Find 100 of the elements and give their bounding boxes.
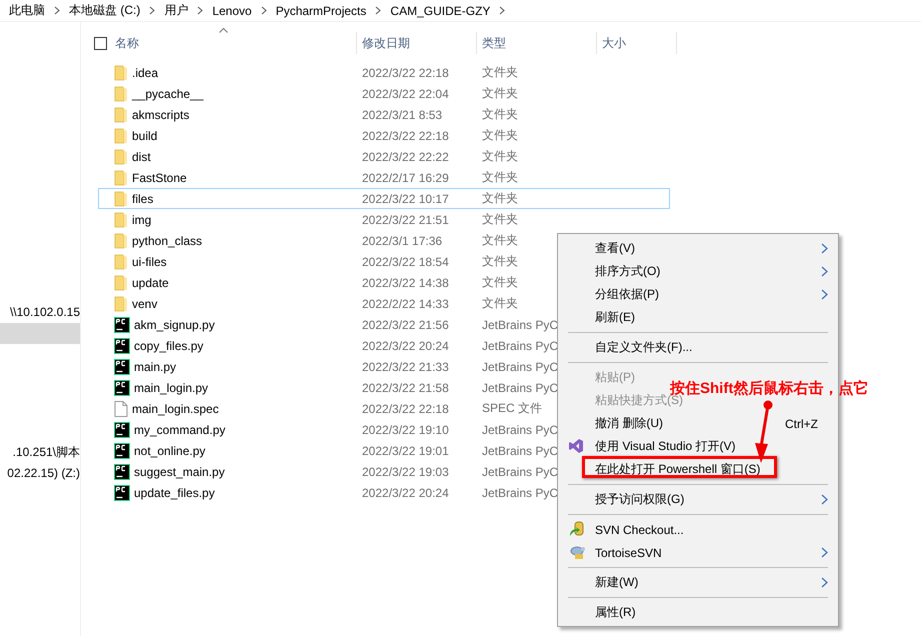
folder-icon	[114, 274, 128, 290]
folder-icon	[114, 64, 128, 80]
menu-item[interactable]: TortoiseSVN	[560, 541, 836, 564]
chevron-icon	[375, 6, 382, 15]
file-type: SPEC 文件	[482, 401, 542, 415]
file-row[interactable]: dist 2022/3/22 22:22 文件夹	[98, 146, 670, 167]
breadcrumb-item[interactable]: 本地磁盘 (C:)	[69, 2, 140, 19]
file-name: update_files.py	[134, 486, 215, 500]
breadcrumb-item[interactable]: 用户	[164, 2, 188, 19]
folder-icon	[114, 232, 128, 248]
folder-icon	[114, 170, 128, 186]
modified-date: 2022/3/22 21:58	[362, 380, 449, 394]
folder-icon	[114, 296, 128, 312]
modified-date: 2022/3/22 21:33	[362, 360, 449, 374]
chevron-icon	[499, 6, 506, 15]
file-row[interactable]: FastStone 2022/2/17 16:29 文件夹	[98, 167, 670, 188]
nav-item[interactable]: .10.251\脚本	[0, 442, 80, 463]
file-row[interactable]: akmscripts 2022/3/21 8:53 文件夹	[98, 104, 670, 125]
menu-item[interactable]: 撤消 删除(U) Ctrl+Z	[560, 412, 836, 435]
file-name: __pycache__	[132, 86, 204, 100]
modified-date: 2022/3/22 10:17	[362, 192, 449, 206]
menu-item[interactable]: 在此处打开 Powershell 窗口(S)	[560, 458, 770, 481]
folder-icon	[114, 148, 128, 164]
file-row[interactable]: img 2022/3/22 21:51 文件夹	[98, 209, 670, 230]
menu-item[interactable]: SVN Checkout...	[560, 518, 694, 541]
file-name: akmscripts	[132, 108, 190, 122]
file-type: 文件夹	[482, 128, 518, 142]
file-type: 文件夹	[482, 149, 518, 163]
menu-item[interactable]: 新建(W)	[560, 571, 836, 594]
file-type: 文件夹	[482, 86, 518, 100]
select-all-checkbox[interactable]	[94, 36, 107, 50]
breadcrumb-item[interactable]: PycharmProjects	[276, 4, 366, 18]
breadcrumb-item[interactable]: Lenovo	[212, 4, 252, 18]
file-type: JetBrains PyC	[482, 318, 558, 332]
file-name: .idea	[132, 66, 158, 80]
modified-date: 2022/3/22 14:38	[362, 276, 449, 290]
file-name: ui-files	[132, 254, 167, 268]
menu-item[interactable]: 授予访问权限(G)	[560, 488, 836, 511]
file-name: python_class	[132, 234, 202, 248]
file-name: suggest_main.py	[134, 464, 225, 478]
file-name: update	[132, 276, 169, 290]
column-header[interactable]: 大小	[602, 34, 626, 52]
chevron-icon	[54, 6, 60, 15]
column-header[interactable]: 类型	[482, 34, 506, 52]
modified-date: 2022/3/22 20:24	[362, 338, 449, 352]
turtle-icon	[568, 544, 586, 560]
file-name: FastStone	[132, 170, 187, 184]
nav-item[interactable]: \\10.102.0.15	[0, 302, 80, 323]
folder-icon	[114, 128, 128, 144]
file-type: 文件夹	[482, 170, 518, 184]
menu-item[interactable]: 属性(R)	[560, 601, 646, 624]
file-type: JetBrains PyC	[482, 338, 558, 352]
modified-date: 2022/3/22 21:51	[362, 212, 449, 226]
menu-item[interactable]: 自定义文件夹(F)...	[560, 336, 702, 359]
pycharm-file-icon	[114, 442, 130, 458]
pycharm-file-icon	[114, 422, 130, 438]
menu-item[interactable]: 查看(V)	[560, 237, 836, 260]
file-name: not_online.py	[134, 444, 206, 458]
modified-date: 2022/3/22 19:01	[362, 444, 449, 458]
file-name: dist	[132, 150, 151, 164]
folder-icon	[114, 86, 128, 102]
menu-item[interactable]: 排序方式(O)	[560, 260, 836, 283]
file-type: 文件夹	[482, 191, 518, 205]
file-name: main_login.spec	[132, 402, 219, 416]
pycharm-file-icon	[114, 464, 130, 480]
nav-item[interactable]: 02.22.15) (Z:)	[0, 463, 80, 484]
file-row[interactable]: build 2022/3/22 22:18 文件夹	[98, 125, 670, 146]
infinity-icon	[568, 438, 584, 454]
folder-icon	[114, 190, 128, 206]
modified-date: 2022/3/21 8:53	[362, 108, 442, 122]
modified-date: 2022/3/22 19:03	[362, 464, 449, 478]
file-row[interactable]: .idea 2022/3/22 22:18 文件夹	[98, 62, 670, 83]
file-row[interactable]: __pycache__ 2022/3/22 22:04 文件夹	[98, 83, 670, 104]
file-name: files	[132, 192, 154, 206]
pycharm-file-icon	[114, 316, 130, 332]
modified-date: 2022/3/22 22:18	[362, 66, 449, 80]
menu-item[interactable]: 使用 Visual Studio 打开(V)	[560, 435, 746, 458]
folder-icon	[114, 212, 128, 228]
column-header[interactable]: 修改日期	[362, 34, 410, 52]
file-type: 文件夹	[482, 65, 518, 79]
menu-item[interactable]: 分组依据(P)	[560, 283, 836, 306]
modified-date: 2022/3/22 18:54	[362, 254, 449, 268]
file-name: img	[132, 212, 152, 226]
pycharm-file-icon	[114, 380, 130, 396]
breadcrumb-item[interactable]: CAM_GUIDE-GZY	[390, 4, 490, 18]
column-header[interactable]: 名称	[115, 34, 139, 52]
file-row[interactable]: files 2022/3/22 10:17 文件夹	[98, 188, 670, 209]
modified-date: 2022/3/22 22:18	[362, 402, 449, 416]
modified-date: 2022/2/17 16:29	[362, 170, 449, 184]
modified-date: 2022/3/22 22:18	[362, 128, 449, 142]
document-icon	[114, 400, 128, 416]
pycharm-file-icon	[114, 338, 130, 354]
chevron-icon	[197, 6, 204, 15]
file-type: 文件夹	[482, 233, 518, 247]
menu-item[interactable]: 刷新(E)	[560, 306, 645, 329]
breadcrumb-item[interactable]: 此电脑	[9, 2, 45, 19]
file-name: main.py	[134, 360, 176, 374]
file-type: JetBrains PyC	[482, 422, 558, 436]
file-name: build	[132, 128, 158, 142]
file-type: JetBrains PyC	[482, 464, 558, 478]
